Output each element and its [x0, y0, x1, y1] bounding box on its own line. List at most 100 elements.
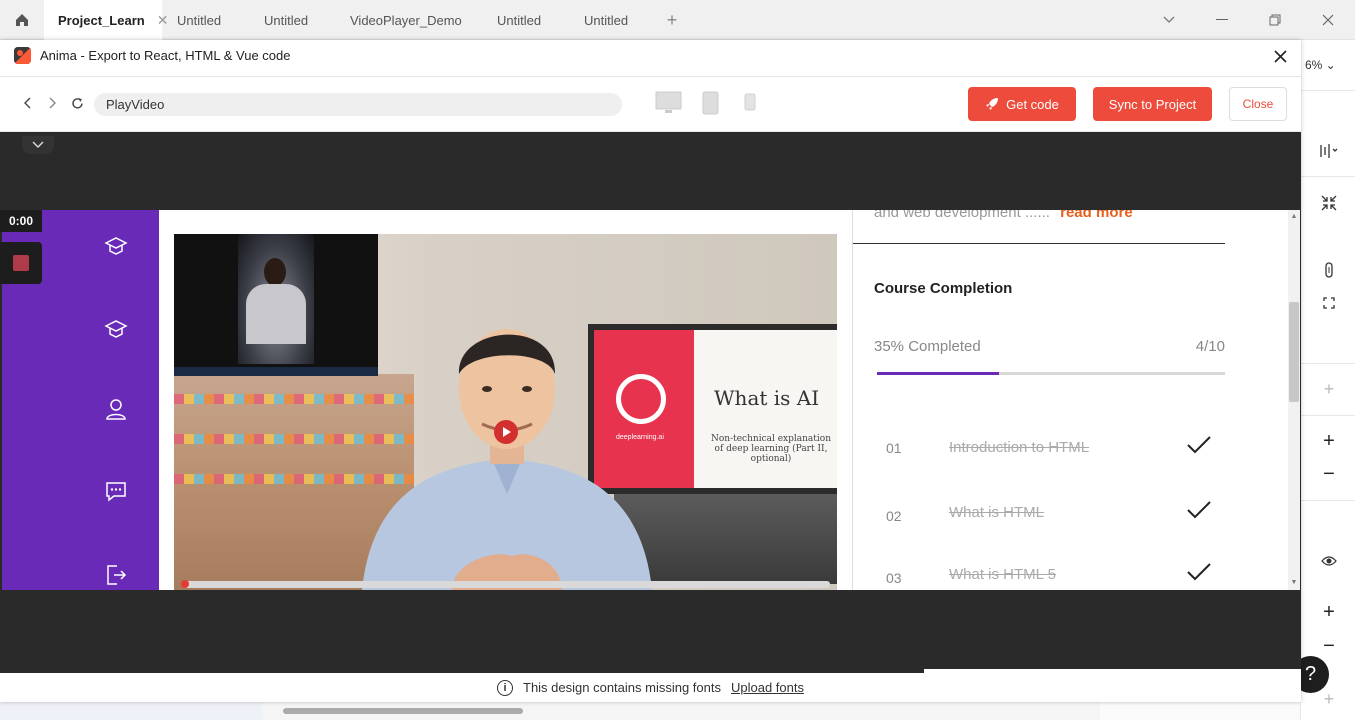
tab-close-icon[interactable]: ✕ [157, 12, 169, 29]
graduation-cap-icon [104, 237, 128, 255]
webcam-overlay [174, 234, 378, 376]
tab-untitled-1[interactable]: Untitled [177, 0, 221, 40]
tabs-dropdown-button[interactable] [1159, 10, 1179, 30]
home-button[interactable] [0, 0, 44, 40]
remove-stroke-button[interactable]: − [1318, 635, 1340, 657]
profile-nav-item[interactable] [104, 397, 128, 421]
desktop-icon [655, 91, 682, 113]
window-close-button[interactable] [1318, 10, 1338, 30]
expand-icon [1323, 297, 1335, 309]
divider [853, 243, 1225, 244]
add-tab-button[interactable]: + [662, 10, 682, 30]
add-stroke-button[interactable]: + [1318, 601, 1340, 623]
chevron-left-icon [24, 97, 31, 109]
chat-icon [106, 482, 126, 502]
close-label: Close [1242, 97, 1274, 111]
completion-percent: 35% Completed [874, 338, 981, 355]
scroll-down-button[interactable]: ▼ [1289, 578, 1299, 588]
slide-title: What is AI [714, 386, 820, 410]
lesson-item[interactable]: 01 Introduction to HTML [886, 434, 1211, 464]
tab-untitled-2[interactable]: Untitled [264, 0, 308, 40]
webcam-person-body [246, 284, 306, 344]
plus-icon: + [1323, 429, 1335, 452]
lesson-item[interactable]: 03 What is HTML 5 [886, 561, 1211, 590]
desktop-view-button[interactable] [655, 91, 682, 115]
constraint-button[interactable] [1318, 259, 1340, 281]
tab-label: Untitled [584, 12, 629, 28]
graduation-cap-icon [104, 320, 128, 338]
align-button[interactable] [1318, 140, 1340, 162]
video-player[interactable]: deeplearning.ai What is AI Non-technical… [174, 234, 837, 590]
add-effect-button[interactable]: + [1318, 688, 1340, 710]
course-panel: and web development ...... read more Cou… [852, 210, 1285, 590]
tab-label: Untitled [177, 12, 222, 28]
tab-untitled-3[interactable]: Untitled [497, 0, 541, 40]
logout-nav-item[interactable] [104, 563, 128, 587]
collapse-toolbar-button[interactable] [22, 136, 54, 154]
reload-button[interactable] [69, 95, 85, 111]
lesson-item[interactable]: 02 What is HTML [886, 499, 1211, 529]
tab-videoplayer-demo[interactable]: VideoPlayer_Demo [350, 0, 462, 40]
design-preview-frame: deeplearning.ai What is AI Non-technical… [2, 210, 1300, 590]
missing-fonts-banner: i This design contains missing fonts Upl… [0, 673, 1301, 702]
course-description: and web development ...... read more [874, 210, 1133, 221]
mobile-view-button[interactable] [744, 91, 756, 111]
modal-header: Anima - Export to React, HTML & Vue code [0, 40, 1301, 77]
restore-button[interactable] [1265, 10, 1285, 30]
shrink-button[interactable] [1318, 192, 1340, 214]
read-more-link[interactable]: read more [1060, 210, 1133, 221]
minimize-button[interactable] [1212, 10, 1232, 30]
url-input[interactable] [94, 93, 622, 116]
slide-subtitle: Non-technical explanation of deep learni… [710, 434, 831, 464]
link-icon [1325, 262, 1333, 278]
get-code-label: Get code [1006, 96, 1059, 112]
lesson-number: 03 [886, 570, 902, 586]
lesson-title: What is HTML 5 [949, 566, 1056, 583]
close-icon [1322, 14, 1334, 26]
canvas-horizontal-scrollbar[interactable] [283, 708, 523, 714]
seek-handle[interactable] [181, 580, 189, 588]
minus-icon: − [1323, 462, 1335, 485]
tab-project-learn[interactable]: Project_Learn ✕ [44, 0, 168, 40]
scrollbar-thumb[interactable] [1289, 302, 1299, 402]
fullscreen-button[interactable] [1318, 292, 1340, 314]
restore-icon [1269, 14, 1281, 26]
tab-label: Untitled [264, 12, 309, 28]
logout-icon [107, 565, 127, 585]
minimize-icon [1216, 19, 1228, 20]
visibility-button[interactable] [1318, 550, 1340, 572]
video-seek-bar[interactable] [182, 581, 830, 588]
course-completion-title: Course Completion [874, 280, 1013, 297]
minus-icon: − [1323, 634, 1335, 657]
collapse-icon [1321, 195, 1337, 211]
stop-recording-button[interactable] [0, 242, 42, 284]
forward-button[interactable] [44, 95, 60, 111]
add-fill-button[interactable]: + [1318, 430, 1340, 452]
play-button[interactable] [494, 420, 518, 444]
eye-icon [1321, 556, 1337, 566]
sync-to-project-button[interactable]: Sync to Project [1093, 87, 1212, 121]
upload-fonts-link[interactable]: Upload fonts [731, 680, 804, 695]
messages-nav-item[interactable] [104, 479, 128, 503]
tab-untitled-4[interactable]: Untitled [584, 0, 628, 40]
modal-close-button[interactable] [1270, 46, 1290, 66]
tab-bar: Project_Learn ✕ Untitled Untitled VideoP… [0, 0, 1355, 40]
tablet-view-button[interactable] [702, 91, 719, 115]
get-code-button[interactable]: Get code [968, 87, 1076, 121]
modal-title: Anima - Export to React, HTML & Vue code [40, 48, 291, 63]
webcam-person-head [264, 258, 286, 286]
close-button[interactable]: Close [1229, 87, 1287, 121]
zoom-level[interactable]: 6% ⌄ [1305, 58, 1336, 72]
remove-fill-button[interactable]: − [1318, 463, 1340, 485]
courses-nav-item[interactable] [104, 234, 128, 258]
learning-nav-item[interactable] [104, 317, 128, 341]
add-button[interactable]: + [1318, 378, 1340, 400]
webcam-taskbar [174, 367, 378, 376]
divider [1300, 176, 1355, 177]
back-button[interactable] [20, 95, 36, 111]
scroll-up-button[interactable]: ▲ [1289, 212, 1299, 222]
divider [1300, 415, 1355, 416]
plus-icon: + [1323, 378, 1335, 399]
chevron-right-icon [49, 97, 56, 109]
tablet-icon [702, 91, 719, 115]
